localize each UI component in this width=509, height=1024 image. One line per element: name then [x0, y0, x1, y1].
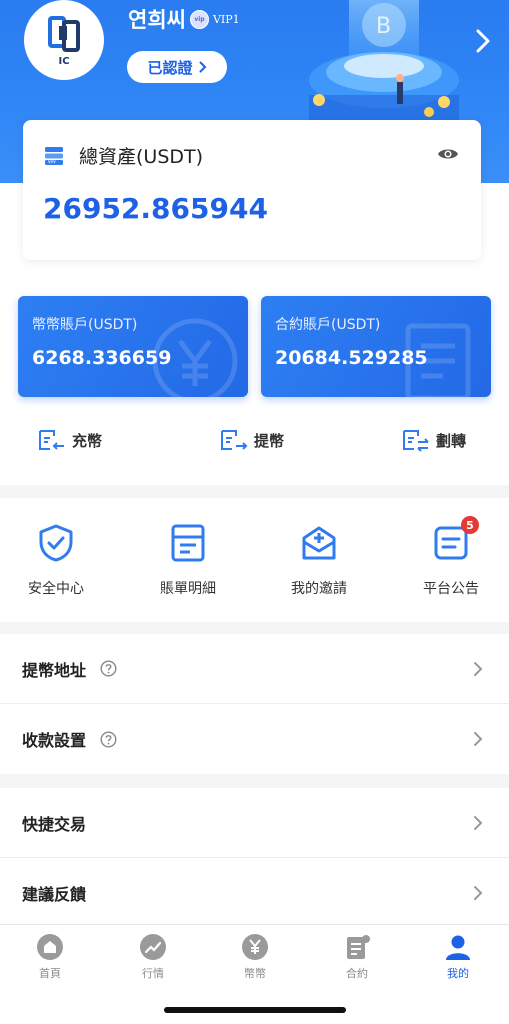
tab-label-spot: 幣幣 [244, 967, 266, 980]
grid-item-invite[interactable]: 我的邀請 [269, 524, 369, 598]
vip-level: VIP1 [212, 12, 240, 26]
tab-spot[interactable]: 幣幣 [215, 933, 295, 981]
chevron-right-icon [474, 816, 483, 830]
total-assets-card: ¥¥¥ 總資產(USDT) 26952.865944 [23, 120, 481, 260]
spot-account-value: 6268.336659 [32, 347, 172, 369]
vip-badge-icon: vip [189, 9, 209, 29]
deposit-button[interactable]: 充幣 [38, 428, 102, 452]
username: 연희씨 vip VIP1 [128, 4, 240, 34]
verified-label: 已認證 [147, 58, 193, 77]
deposit-icon [39, 430, 64, 450]
spot-account-card[interactable]: 幣幣賬戶(USDT) 6268.336659 [18, 296, 248, 397]
grid-label-security: 安全中心 [28, 581, 84, 597]
function-grid: 安全中心 賬單明細 我的邀請 5 平台公告 [0, 498, 509, 622]
verified-button[interactable]: 已認證 [127, 51, 227, 83]
tab-label-mine: 我的 [447, 967, 469, 980]
trend-icon [140, 934, 166, 960]
list-item-withdraw-address[interactable]: 提幣地址 [0, 634, 509, 704]
help-icon[interactable] [100, 730, 117, 748]
grid-label-invite: 我的邀請 [291, 581, 347, 597]
tab-label-contract: 合約 [346, 967, 368, 980]
eye-icon[interactable] [437, 146, 459, 162]
transfer-button[interactable]: 劃轉 [402, 428, 466, 452]
payment-settings-label: 收款設置 [22, 731, 87, 750]
logo-icon [48, 15, 80, 52]
list-item-payment-settings[interactable]: 收款設置 [0, 704, 509, 774]
grid-item-security[interactable]: 安全中心 [6, 524, 106, 598]
contract-account-label: 合約賬戶(USDT) [275, 317, 381, 333]
spot-account-label: 幣幣賬戶(USDT) [32, 317, 138, 333]
tab-label-home: 首頁 [39, 967, 61, 980]
chevron-right-icon [474, 732, 483, 746]
home-indicator [164, 1007, 346, 1013]
avatar-text: IC [58, 55, 70, 67]
chevron-right-icon [199, 61, 206, 73]
shield-check-icon [39, 524, 73, 562]
avatar[interactable]: IC [24, 0, 104, 80]
tab-market[interactable]: 行情 [113, 933, 193, 981]
contract-account-card[interactable]: 合約賬戶(USDT) 20684.529285 [261, 296, 491, 397]
deposit-label: 充幣 [72, 431, 103, 450]
svg-text:B: B [376, 14, 391, 39]
svg-text:¥¥¥: ¥¥¥ [48, 159, 56, 164]
misc-list: 快捷交易 建議反饋 [0, 788, 509, 928]
header-chevron-right-icon[interactable] [475, 28, 491, 54]
tab-label-market: 行情 [142, 967, 164, 980]
feedback-label: 建議反饋 [22, 885, 87, 904]
header-illustration: B [309, 0, 459, 120]
tab-mine[interactable]: 我的 [418, 933, 498, 981]
withdraw-address-label: 提幣地址 [22, 660, 87, 680]
transfer-icon [403, 430, 429, 452]
total-assets-label: 總資產(USDT) [79, 146, 204, 168]
grid-label-announcements: 平台公告 [423, 581, 479, 597]
total-assets-value: 26952.865944 [43, 192, 268, 225]
yen-coin-icon [242, 934, 268, 960]
total-assets-title: ¥¥¥ 總資產(USDT) [43, 142, 203, 169]
envelope-icon [302, 526, 336, 560]
help-icon[interactable] [100, 660, 117, 677]
chevron-right-icon [474, 886, 483, 900]
quick-actions: 充幣 提幣 劃轉 [0, 428, 509, 462]
tab-home[interactable]: 首頁 [10, 933, 90, 981]
list-item-quick-trade[interactable]: 快捷交易 [0, 788, 509, 858]
withdraw-button[interactable]: 提幣 [220, 428, 284, 452]
withdraw-label: 提幣 [254, 431, 285, 450]
home-icon [37, 934, 63, 960]
tab-contract[interactable]: 合約 [317, 933, 397, 981]
settings-list: 提幣地址 收款設置 [0, 634, 509, 774]
grid-item-bills[interactable]: 賬單明細 [138, 524, 238, 598]
transfer-label: 劃轉 [436, 431, 467, 450]
notification-badge: 5 [461, 516, 479, 534]
contract-account-value: 20684.529285 [275, 347, 428, 369]
username-text: 연희씨 [128, 8, 186, 32]
coins-icon: ¥¥¥ [45, 146, 63, 165]
grid-item-announcements[interactable]: 5 平台公告 [401, 516, 501, 598]
contract-icon [347, 935, 370, 959]
bill-icon [171, 524, 205, 562]
chevron-right-icon [474, 662, 483, 676]
user-icon [446, 935, 470, 960]
quick-trade-label: 快捷交易 [22, 814, 87, 834]
grid-label-bills: 賬單明細 [160, 581, 216, 597]
list-item-feedback[interactable]: 建議反饋 [0, 858, 509, 928]
withdraw-icon [221, 430, 248, 450]
